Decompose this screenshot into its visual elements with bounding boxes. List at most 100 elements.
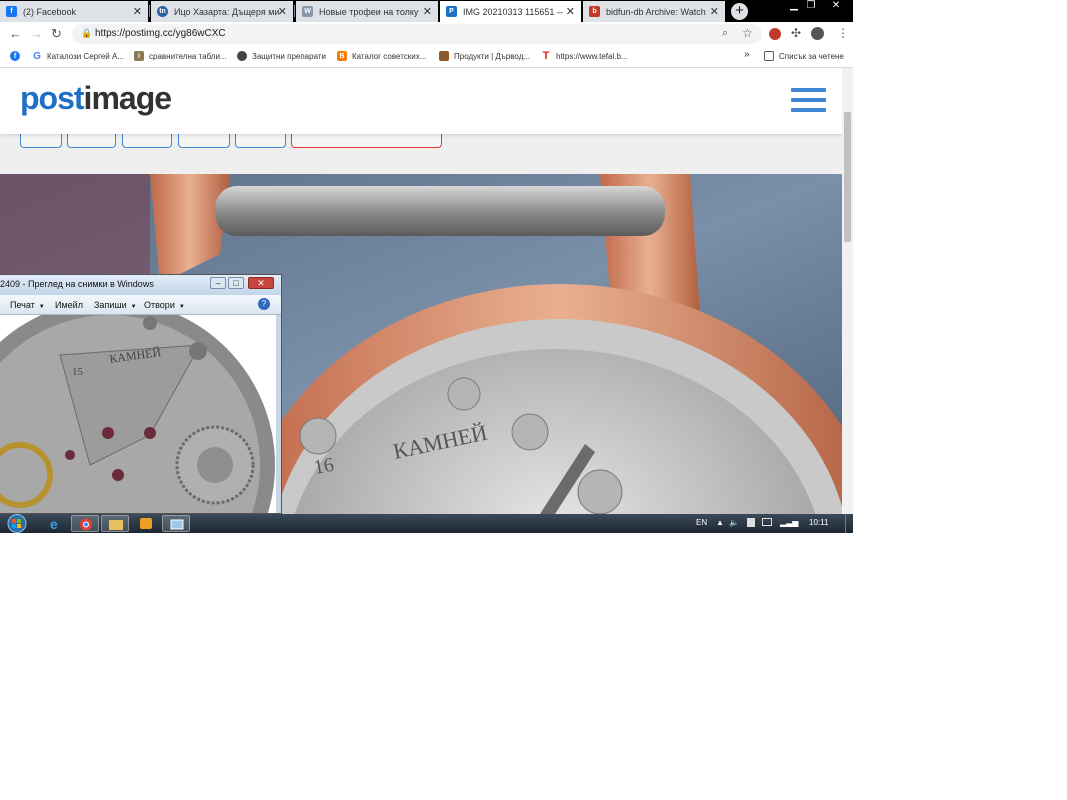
menu-print-label: Печат	[10, 300, 35, 310]
scrollbar-thumb[interactable]	[844, 112, 851, 242]
bookmark-wood-products[interactable]: Продукти | Дървод...	[439, 51, 530, 61]
menu-open[interactable]: Отвори ▼	[144, 300, 185, 310]
facebook-icon: f	[6, 6, 17, 17]
bookmark-facebook[interactable]: f	[10, 51, 25, 61]
close-tab-icon[interactable]: ✕	[133, 5, 142, 18]
postimage-icon: P	[446, 6, 457, 17]
viewer-minimize-icon[interactable]: –	[210, 277, 226, 289]
bookmark-label: сравнителна табли...	[149, 51, 227, 61]
tab-itso[interactable]: tn Ицо Хазарта: Дъщеря ми А ✕	[151, 1, 293, 22]
tab-separator	[294, 5, 295, 17]
network-monitor-icon[interactable]	[762, 518, 772, 526]
close-window-icon[interactable]: ✕	[824, 0, 848, 12]
help-icon[interactable]: ?	[258, 298, 270, 310]
bookmark-star-icon[interactable]: ☆	[742, 26, 753, 40]
menu-save[interactable]: Запиши ▼	[94, 300, 137, 310]
hamburger-menu-icon[interactable]	[791, 88, 826, 114]
bookmark-comparison-table[interactable]: i сравнителна табли...	[134, 51, 227, 61]
volume-icon[interactable]: 🔈	[729, 518, 739, 527]
bookmark-catalogues[interactable]: G Каталози Сергей А...	[32, 51, 124, 62]
forum-icon: W	[302, 6, 313, 17]
menu-save-label: Запиши	[94, 300, 127, 310]
svg-text:16: 16	[312, 454, 336, 479]
logo-text-post: post	[20, 80, 85, 116]
start-button-icon[interactable]	[4, 514, 30, 533]
extension-adblock-icon[interactable]	[769, 28, 781, 40]
bookmark-label: Каталози Сергей А...	[47, 51, 124, 61]
taskbar-chrome-icon[interactable]	[71, 515, 99, 532]
viewer-titlebar[interactable]: 2409 - Преглед на снимки в Windows – □ ✕	[0, 275, 281, 295]
viewer-close-icon[interactable]: ✕	[248, 277, 274, 289]
tab-strip: f (2) Facebook ✕ tn Ицо Хазарта: Дъщеря …	[0, 0, 853, 22]
close-tab-icon[interactable]: ✕	[566, 5, 575, 18]
taskbar-ie-icon[interactable]: e	[40, 515, 68, 532]
blogger-icon: B	[337, 51, 347, 61]
signal-icon[interactable]: ▂▃▅	[780, 518, 798, 527]
forward-arrow-icon[interactable]: →	[30, 26, 43, 41]
taskbar-explorer-icon[interactable]	[101, 515, 129, 532]
tab-title: (2) Facebook	[23, 6, 77, 17]
tefal-icon: T	[541, 50, 551, 62]
tab-facebook[interactable]: f (2) Facebook ✕	[0, 1, 148, 22]
menu-print[interactable]: Печат ▼	[10, 300, 45, 310]
tab-postimage[interactable]: P IMG 20210313 115651 — Po ✕	[440, 1, 581, 22]
postimage-logo[interactable]: postimage	[20, 80, 172, 117]
device-icon[interactable]	[747, 518, 755, 527]
wood-icon	[439, 51, 449, 61]
menu-open-label: Отвори	[144, 300, 175, 310]
profile-avatar-icon[interactable]	[811, 27, 824, 40]
chevron-down-icon: ▼	[178, 304, 185, 310]
tn-icon: tn	[157, 6, 168, 17]
tab-trophies[interactable]: W Новые трофеи на толкучке ✕	[296, 1, 438, 22]
new-tab-button[interactable]: +	[731, 3, 748, 20]
restore-window-icon[interactable]: ❐	[800, 0, 822, 12]
more-bookmarks-button[interactable]: »	[744, 49, 750, 60]
facebook-icon: f	[10, 51, 20, 61]
reading-list-label: Списък за четене	[779, 51, 844, 61]
close-tab-icon[interactable]: ✕	[278, 5, 287, 18]
url-text: https://postimg.cc/yg86wCXC	[95, 28, 226, 39]
bookmark-label: https://www.tefal.b...	[556, 51, 628, 61]
address-bar[interactable]: 🔒 https://postimg.cc/yg86wCXC ⌕ ☆	[72, 24, 762, 44]
viewer-maximize-icon[interactable]: □	[228, 277, 244, 289]
site-header: postimage	[0, 68, 842, 134]
viewer-title: 2409 - Преглед на снимки в Windows	[0, 279, 154, 289]
tab-title: Новые трофеи на толкучке	[319, 6, 419, 17]
zoom-icon[interactable]: ⌕	[722, 27, 728, 40]
close-tab-icon[interactable]: ✕	[710, 5, 719, 18]
movement-photo: КАМНЕЙ 15	[0, 315, 276, 513]
svg-text:e: e	[50, 516, 58, 532]
show-hidden-icons-icon[interactable]: ▲	[716, 518, 724, 527]
close-tab-icon[interactable]: ✕	[423, 5, 432, 18]
kebab-menu-icon[interactable]: ⋮	[837, 26, 849, 40]
language-indicator[interactable]: EN	[696, 518, 707, 527]
reload-icon[interactable]: ↻	[51, 26, 62, 42]
menu-email[interactable]: Имейл	[55, 300, 83, 310]
chevron-down-icon: ▼	[38, 304, 45, 310]
clock[interactable]: 10:11	[809, 518, 828, 527]
back-arrow-icon[interactable]: ←	[9, 26, 22, 41]
browser-toolbar: ← → ↻ 🔒 https://postimg.cc/yg86wCXC ⌕ ☆ …	[0, 22, 853, 46]
taskbar-photo-viewer-icon[interactable]	[162, 515, 190, 532]
puzzle-extensions-icon[interactable]: ✣	[791, 26, 801, 40]
more-bookmarks-label: »	[744, 49, 750, 60]
bidfun-icon: b	[589, 6, 600, 17]
svg-text:15: 15	[72, 366, 84, 378]
taskbar-media-icon[interactable]	[132, 515, 160, 532]
reading-list-icon	[764, 51, 774, 61]
bookmark-soviet-catalog[interactable]: B Каталог советских...	[337, 51, 426, 61]
bookmarks-bar: f G Каталози Сергей А... i сравнителна т…	[0, 46, 853, 68]
tab-separator	[149, 5, 150, 17]
desktop-screen: f (2) Facebook ✕ tn Ицо Хазарта: Дъщеря …	[0, 0, 853, 533]
tab-bidfun[interactable]: b bidfun-db Archive: Watch M ✕	[583, 1, 725, 22]
tab-title: bidfun-db Archive: Watch M	[606, 6, 706, 17]
reading-list-button[interactable]: Списък за четене	[764, 51, 844, 61]
tab-title: IMG 20210313 115651 — Po	[463, 6, 563, 17]
bookmark-label: Продукти | Дървод...	[454, 51, 531, 61]
bookmark-tefal[interactable]: T https://www.tefal.b...	[541, 50, 628, 62]
bookmark-protective[interactable]: Защитни препарати	[237, 51, 326, 61]
menu-email-label: Имейл	[55, 300, 83, 310]
page-scrollbar[interactable]	[842, 68, 853, 514]
show-desktop-button[interactable]	[845, 514, 853, 533]
chevron-down-icon: ▼	[130, 304, 137, 310]
